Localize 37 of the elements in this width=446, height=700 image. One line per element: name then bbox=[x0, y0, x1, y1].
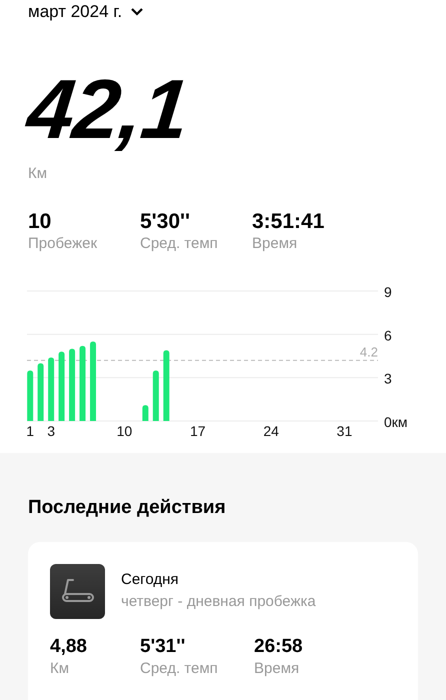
y-axis-label: 9 bbox=[384, 284, 392, 300]
bar bbox=[163, 350, 170, 422]
stat-label: Сред. темп bbox=[140, 234, 219, 254]
bar bbox=[58, 352, 65, 422]
average-label: 4.2 bbox=[360, 344, 378, 360]
stat-label: Время bbox=[254, 658, 300, 679]
period-dropdown[interactable]: март 2024 г. bbox=[28, 1, 144, 23]
stat-label: Км bbox=[50, 658, 70, 679]
total-distance: 42,1 bbox=[24, 67, 192, 151]
activity-subtitle: четверг - дневная пробежка bbox=[121, 592, 316, 612]
stat-value: 4,88 bbox=[50, 636, 88, 658]
activity-card[interactable]: Сегодня четверг - дневная пробежка 4,88 Км 5'31'' Сред. темп 26:58 Время bbox=[28, 542, 418, 700]
distance-unit: Км bbox=[28, 164, 48, 184]
bar bbox=[27, 370, 34, 422]
bar bbox=[38, 363, 44, 422]
x-axis-label: 31 bbox=[336, 423, 352, 440]
bar bbox=[152, 370, 159, 422]
stat-value: 10 bbox=[28, 210, 52, 233]
x-axis-label: 3 bbox=[47, 423, 55, 440]
stat-value: 5'30'' bbox=[140, 210, 192, 233]
x-axis-label: 24 bbox=[263, 423, 279, 440]
stat-value: 3:51:41 bbox=[252, 210, 326, 233]
activity-title: Сегодня bbox=[121, 570, 180, 590]
bar bbox=[48, 358, 54, 422]
section-title: Последние действия bbox=[28, 497, 227, 520]
stat-value: 26:58 bbox=[254, 636, 304, 658]
y-axis-label: 6 bbox=[384, 327, 392, 344]
stat-label: Пробежек bbox=[28, 234, 98, 254]
x-axis-label: 17 bbox=[190, 423, 206, 440]
stat-label: Сред. темп bbox=[140, 658, 219, 679]
y-axis-label: 3 bbox=[384, 370, 392, 387]
bar bbox=[142, 405, 148, 422]
x-axis-label: 1 bbox=[26, 423, 34, 440]
x-axis-label: 10 bbox=[116, 423, 132, 440]
y-axis-label: 0км bbox=[384, 414, 408, 430]
stat-value: 5'31'' bbox=[140, 636, 186, 658]
stat-label: Время bbox=[252, 234, 298, 254]
